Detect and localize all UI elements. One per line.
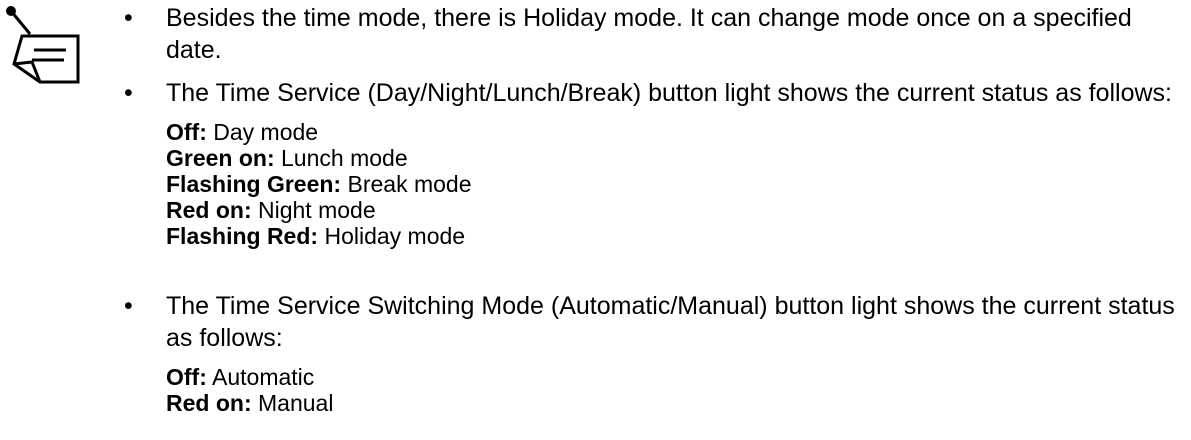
status-term: Red on: [166, 390, 252, 416]
status-list: Off: Day mode Green on: Lunch mode Flash… [166, 119, 1172, 249]
status-term: Flashing Green: [166, 171, 342, 197]
status-row: Red on: Manual [166, 390, 1186, 416]
status-list: Off: Automatic Red on: Manual [166, 364, 1186, 416]
note-item: • The Time Service Switching Mode (Autom… [124, 290, 1186, 416]
status-term: Off: [166, 119, 207, 145]
status-row: Red on: Night mode [166, 197, 1172, 223]
status-term: Red on: [166, 197, 252, 223]
status-value: Lunch mode [281, 145, 408, 171]
bullet-dot: • [124, 292, 133, 320]
bullet-dot: • [124, 4, 133, 32]
status-value: Manual [258, 390, 334, 416]
status-row: Off: Automatic [166, 364, 1186, 390]
status-term: Off: [166, 364, 207, 390]
note-text: Besides the time mode, there is Holiday … [166, 4, 1132, 64]
note-text: The Time Service (Day/Night/Lunch/Break)… [166, 79, 1173, 107]
status-row: Off: Day mode [166, 119, 1172, 145]
status-value: Automatic [212, 364, 315, 390]
bullet-dot: • [124, 79, 133, 107]
note-pad-icon [6, 6, 80, 84]
status-term: Flashing Red: [166, 223, 319, 249]
note-item: • Besides the time mode, there is Holida… [124, 2, 1186, 66]
status-value: Holiday mode [324, 223, 466, 249]
status-term: Green on: [166, 145, 275, 171]
status-row: Green on: Lunch mode [166, 145, 1172, 171]
status-row: Flashing Red: Holiday mode [166, 223, 1172, 249]
status-value: Day mode [213, 119, 319, 145]
status-value: Night mode [258, 197, 376, 223]
status-row: Flashing Green: Break mode [166, 171, 1172, 197]
status-value: Break mode [347, 171, 472, 197]
note-text: The Time Service Switching Mode (Automat… [166, 292, 1175, 352]
note-item: • The Time Service (Day/Night/Lunch/Brea… [124, 77, 1173, 249]
